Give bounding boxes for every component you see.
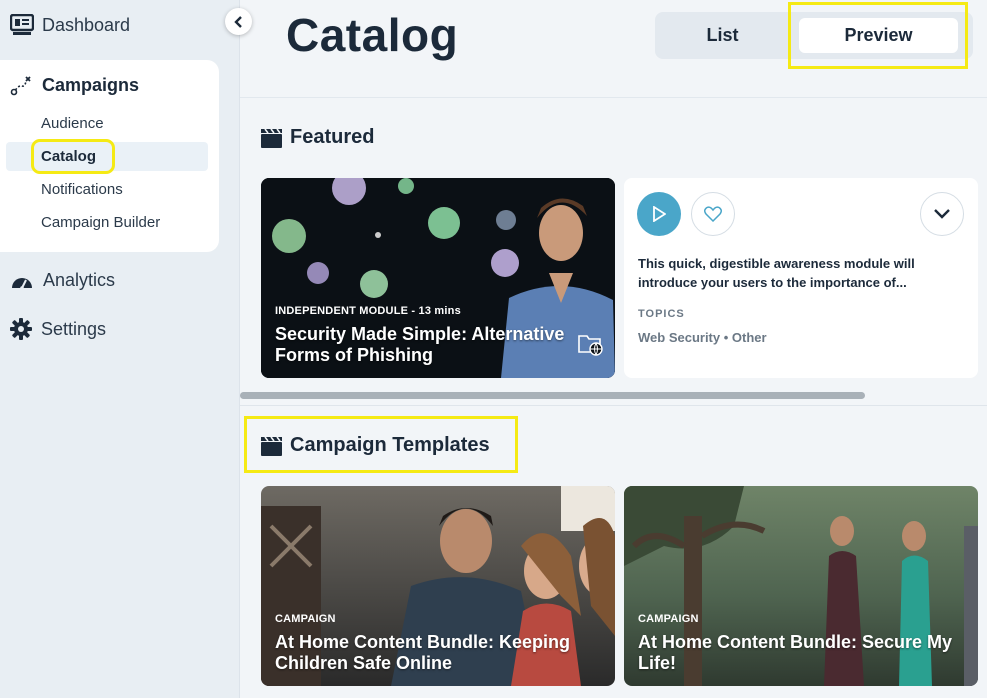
preview-highlight <box>788 2 968 69</box>
module-description: This quick, digestible awareness module … <box>638 256 915 290</box>
favorite-button[interactable] <box>691 192 735 236</box>
play-icon <box>653 206 666 222</box>
topics-value: Web Security • Other <box>638 330 767 345</box>
chevron-left-icon <box>233 15 242 28</box>
campaign-card-children-safe[interactable]: CAMPAIGN At Home Content Bundle: Keeping… <box>261 486 615 686</box>
campaign-title: At Home Content Bundle: Secure My Life! <box>638 632 953 673</box>
featured-detail-card: This quick, digestible awareness module … <box>624 178 978 378</box>
clapperboard-icon <box>261 128 282 148</box>
catalog-highlight <box>31 139 115 174</box>
sidebar-collapse-button[interactable] <box>225 8 252 35</box>
campaign-label: CAMPAIGN <box>275 613 336 625</box>
campaigns-label: Campaigns <box>42 75 140 95</box>
featured-module-card[interactable]: INDEPENDENT MODULE - 13 mins Security Ma… <box>261 178 615 378</box>
analytics-icon <box>12 277 32 290</box>
featured-section-title: Featured <box>261 126 374 149</box>
page-title: Catalog <box>286 9 459 61</box>
sidebar-item-settings[interactable]: Settings <box>10 318 106 340</box>
list-view-button[interactable]: List <box>655 12 790 59</box>
scrollbar-thumb[interactable] <box>240 392 865 399</box>
section-title-text: Featured <box>290 126 375 148</box>
sidebar-item-campaign-builder[interactable]: Campaign Builder <box>41 214 160 231</box>
sidebar-item-label: Settings <box>41 318 107 339</box>
expand-button[interactable] <box>920 192 964 236</box>
sidebar-item-audience[interactable]: Audience <box>41 115 104 132</box>
campaign-label: CAMPAIGN <box>638 613 699 625</box>
campaigns-icon <box>10 75 31 95</box>
sidebar-item-label: Dashboard <box>42 14 131 35</box>
templates-highlight <box>244 416 518 473</box>
sidebar-item-campaigns[interactable]: Campaigns <box>10 75 139 96</box>
heart-icon <box>704 206 722 222</box>
module-label: INDEPENDENT MODULE - 13 mins <box>275 305 461 317</box>
sidebar-item-dashboard[interactable]: Dashboard <box>10 14 130 36</box>
section-divider <box>240 405 987 406</box>
sidebar: Dashboard Campaigns Audience Catalog Not… <box>0 0 240 698</box>
play-button[interactable] <box>637 192 681 236</box>
page-header: Catalog List Preview <box>240 0 987 98</box>
chevron-down-icon <box>934 209 950 219</box>
horizontal-scrollbar[interactable] <box>240 392 987 400</box>
campaign-title: At Home Content Bundle: Keeping Children… <box>275 632 570 673</box>
module-title: Security Made Simple: Alternative Forms … <box>275 324 565 365</box>
globe-folder-icon <box>578 335 603 356</box>
topics-label: TOPICS <box>638 308 685 320</box>
sidebar-item-notifications[interactable]: Notifications <box>41 181 123 198</box>
dashboard-icon <box>10 14 34 35</box>
sidebar-item-label: Analytics <box>43 270 116 290</box>
sidebar-item-analytics[interactable]: Analytics <box>10 270 115 291</box>
campaign-card-secure-my-life[interactable]: CAMPAIGN At Home Content Bundle: Secure … <box>624 486 978 686</box>
gear-icon <box>10 318 32 340</box>
